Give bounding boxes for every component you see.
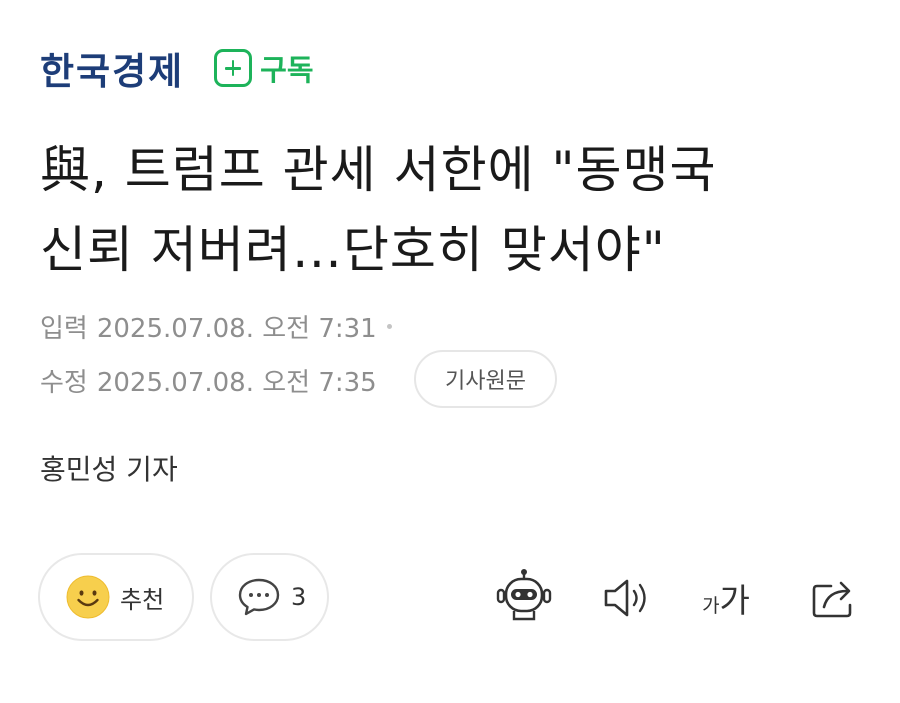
robot-icon: [496, 569, 552, 621]
ai-summary-button[interactable]: [492, 566, 556, 628]
speech-bubble-icon: [238, 578, 280, 616]
speaker-icon: [604, 579, 646, 617]
subscribe-label: 구독: [260, 53, 314, 87]
share-icon: [812, 581, 852, 618]
plus-icon: [214, 49, 253, 87]
modified-time: 2025.07.08. 오전 7:35: [96, 368, 377, 398]
font-size-button[interactable]: 가가: [694, 570, 758, 626]
published-info: 입력 2025.07.08. 오전 7:31: [40, 308, 392, 345]
published-label: 입력: [40, 314, 88, 344]
press-header: 한국경제 구독: [40, 42, 314, 94]
like-label: 추천: [120, 585, 165, 614]
headline-line-1: 與, 트럼프 관세 서한에 "동맹국: [40, 141, 717, 199]
reporter-name[interactable]: 홍민성 기자: [40, 448, 178, 488]
press-logo[interactable]: 한국경제: [40, 41, 184, 95]
published-time: 2025.07.08. 오전 7:31: [96, 314, 377, 344]
share-button[interactable]: [806, 570, 862, 624]
headline-line-2: 신뢰 저버려…단호히 맞서야": [40, 221, 666, 279]
article-headline: 與, 트럼프 관세 서한에 "동맹국 신뢰 저버려…단호히 맞서야": [40, 130, 870, 290]
separator-dot: [386, 324, 392, 329]
original-article-button[interactable]: 기사원문: [414, 350, 557, 408]
read-aloud-button[interactable]: [598, 572, 654, 624]
comment-count: 3: [291, 583, 307, 611]
modified-info: 수정 2025.07.08. 오전 7:35: [40, 362, 377, 399]
font-size-icon: 가가: [702, 574, 750, 622]
like-button[interactable]: 추천: [38, 553, 194, 641]
subscribe-button[interactable]: 구독: [214, 47, 314, 89]
modified-label: 수정: [40, 368, 88, 398]
comment-button[interactable]: 3: [210, 553, 329, 641]
font-size-small-glyph: 가: [702, 595, 720, 617]
smile-icon: [66, 575, 110, 619]
font-size-big-glyph: 가: [719, 581, 750, 620]
